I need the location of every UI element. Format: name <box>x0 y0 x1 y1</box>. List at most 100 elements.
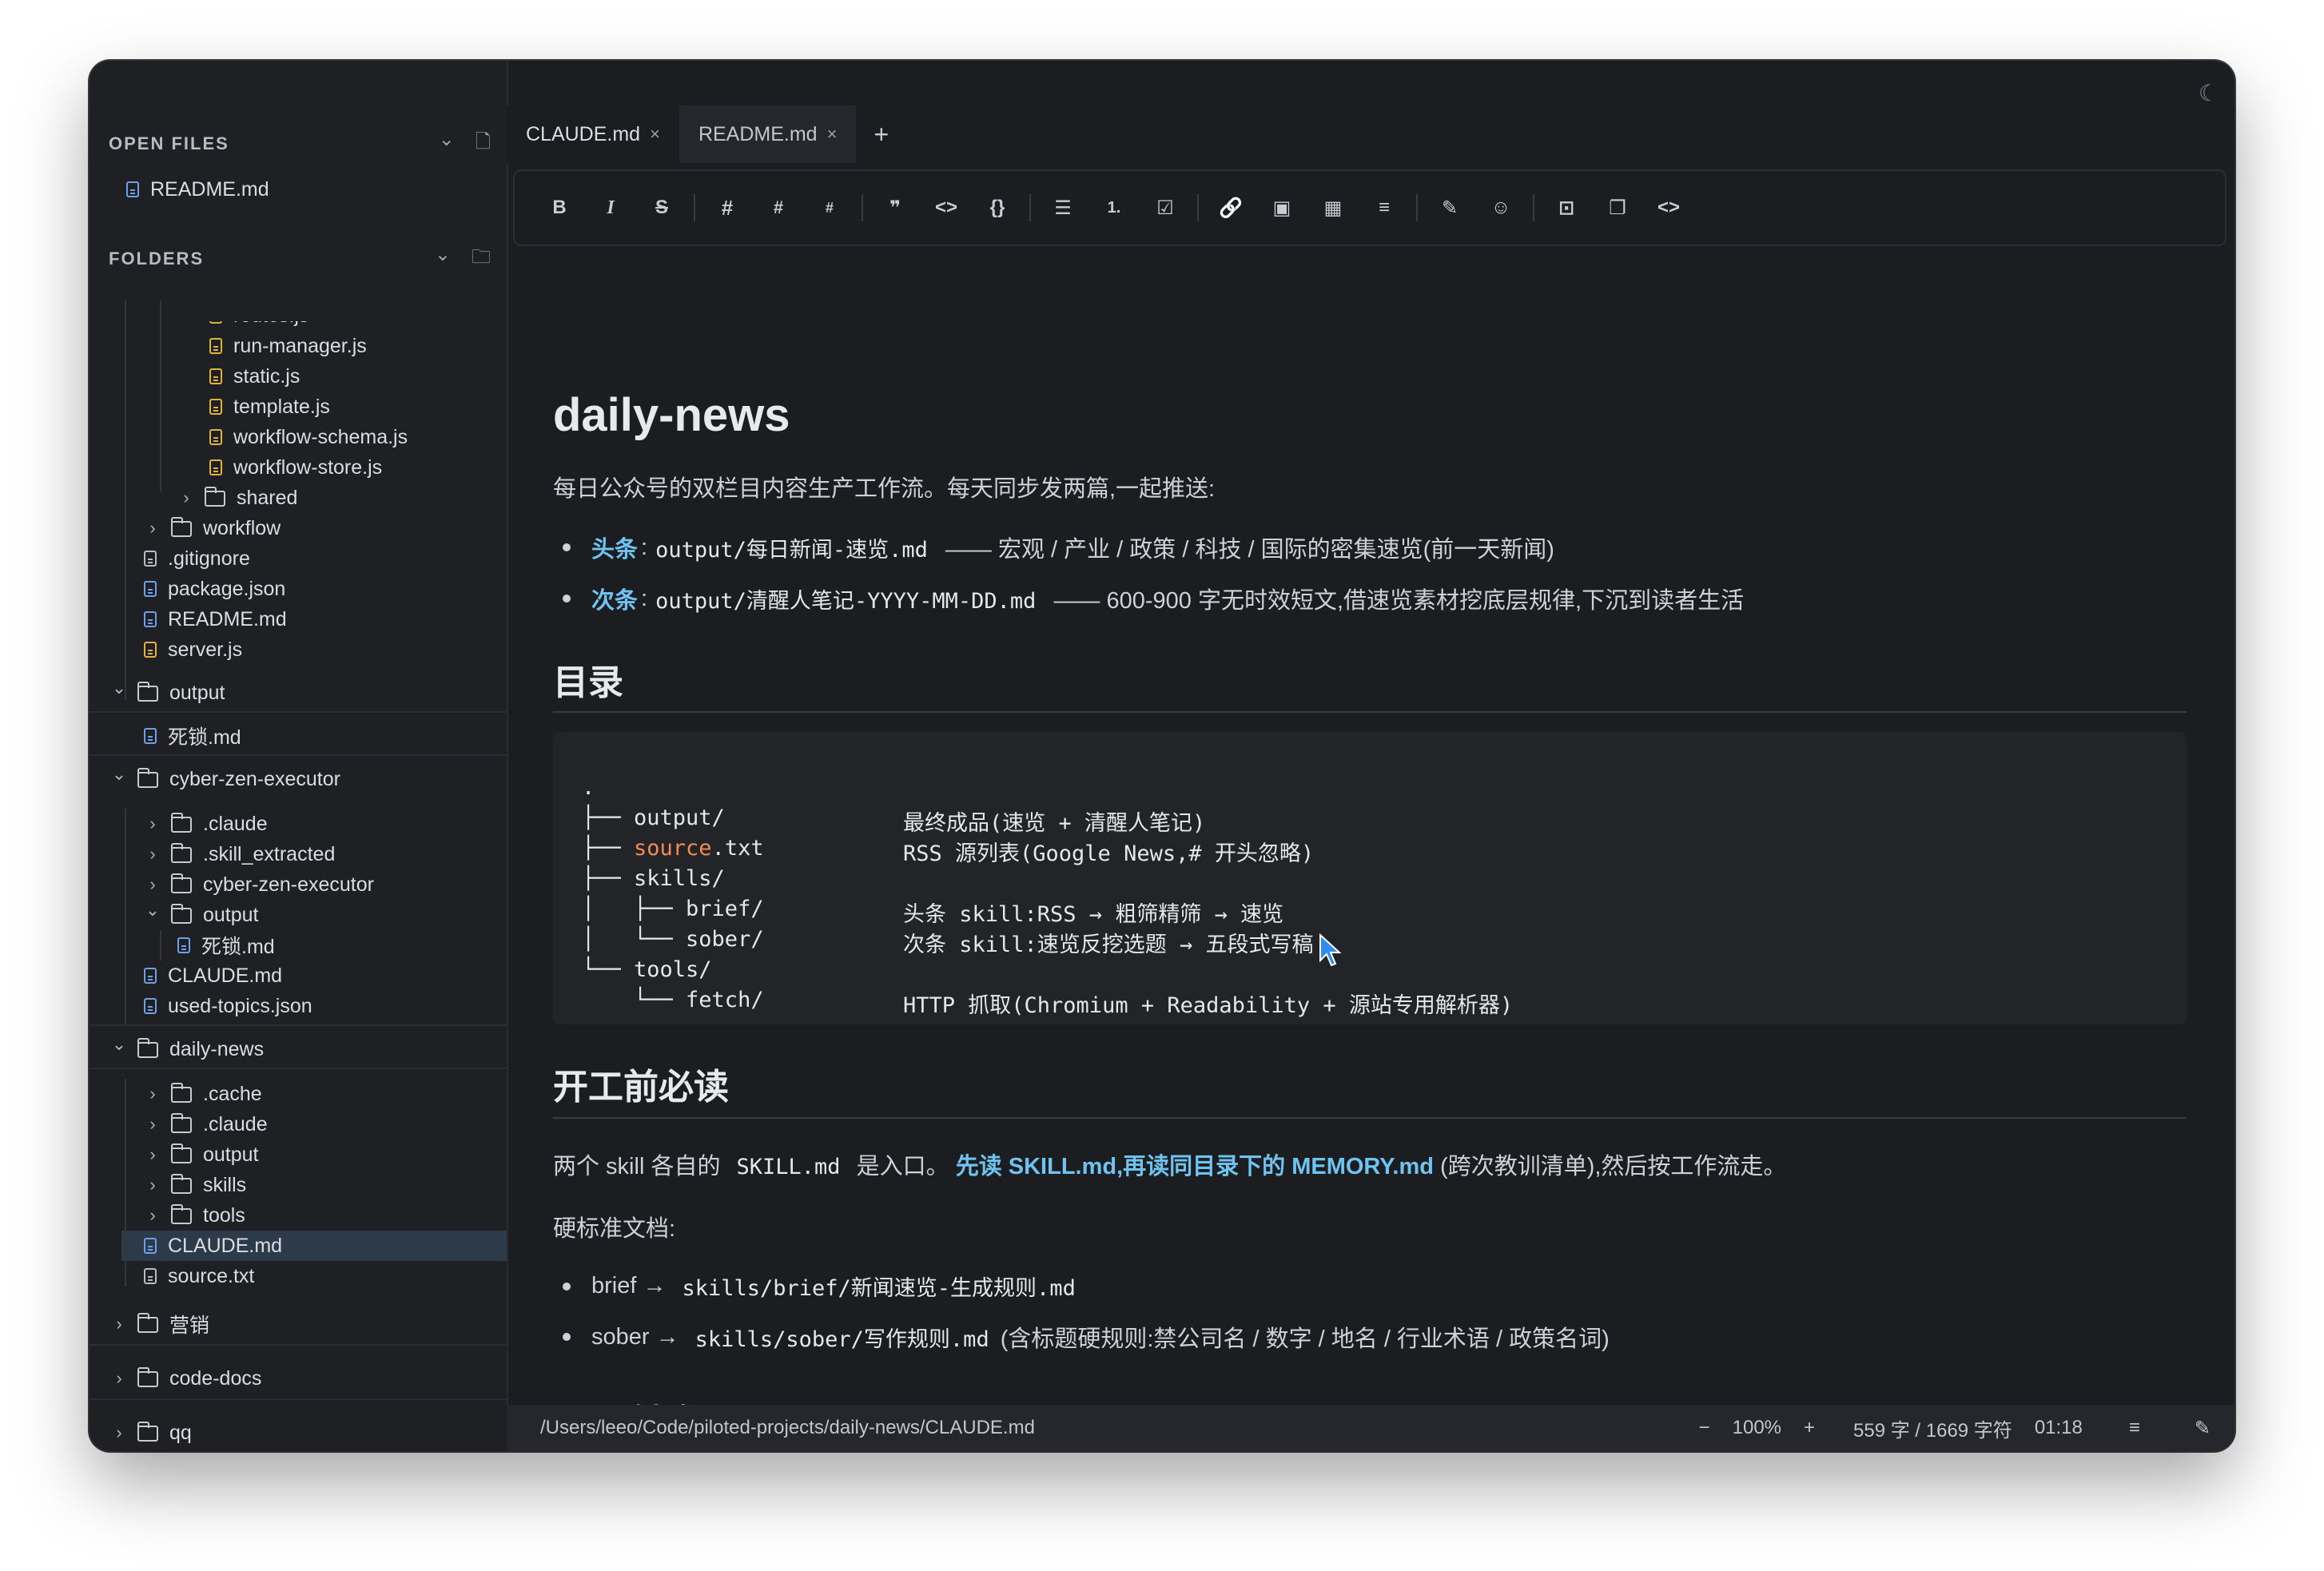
copy-button[interactable]: ❐ <box>1592 197 1643 220</box>
chevron-right-icon[interactable]: › <box>144 844 161 865</box>
tab-readme-md[interactable]: README.md × <box>678 105 857 163</box>
emoji-button[interactable]: ☺ <box>1475 197 1526 219</box>
strikethrough-button[interactable]: S <box>636 197 687 219</box>
folder-item[interactable]: › code-docs <box>110 1363 261 1394</box>
image-button[interactable]: ▣ <box>1256 197 1307 220</box>
folder-item[interactable]: › .cache <box>144 1079 261 1109</box>
new-file-icon[interactable]: 🗋 <box>476 128 491 161</box>
folders-header[interactable]: FOLDERS ⌄ 🗀 <box>109 243 491 275</box>
code-line: │ ├── brief/ <box>582 897 764 921</box>
folder-item[interactable]: › 营销 <box>110 1309 209 1339</box>
folder-item[interactable]: › .skill_extracted <box>144 839 335 869</box>
file-item[interactable]: server.js <box>144 634 242 665</box>
folder-item[interactable]: › qq <box>110 1418 191 1448</box>
bold-button[interactable]: B <box>534 197 585 219</box>
folder-item[interactable]: ⌄ cyber-zen-executor <box>110 764 340 794</box>
folder-icon <box>171 1204 192 1224</box>
chevron-right-icon[interactable]: › <box>144 518 161 539</box>
open-files-header[interactable]: OPEN FILES ⌄ 🗋 <box>109 128 491 160</box>
file-item[interactable]: 死锁.md <box>144 721 241 751</box>
highlight-button[interactable]: ✎ <box>1424 197 1475 220</box>
tab-claude-md[interactable]: CLAUDE.md × <box>507 105 679 163</box>
chevron-right-icon[interactable]: › <box>144 1114 161 1135</box>
task-list-button[interactable]: ☑ <box>1140 197 1191 220</box>
close-tab-icon[interactable]: × <box>650 124 660 145</box>
ordered-list-button[interactable]: 1. <box>1088 199 1140 217</box>
chevron-right-icon[interactable]: › <box>177 487 195 508</box>
code-line: │ └── sober/ <box>582 927 764 952</box>
bold-link-text: 先读 SKILL.md,再读同目录下的 MEMORY.md <box>955 1154 1434 1179</box>
bullet-list-button[interactable]: ☰ <box>1037 197 1088 220</box>
tree-item-label: code-docs <box>169 1366 262 1390</box>
edit-mode-icon[interactable]: ✎ <box>2195 1417 2211 1440</box>
folder-icon <box>171 1174 192 1194</box>
folder-open-icon <box>171 904 192 924</box>
file-item[interactable]: .gitignore <box>144 543 250 574</box>
file-item[interactable]: static.js <box>209 361 300 392</box>
file-item[interactable]: workflow-store.js <box>209 452 382 483</box>
file-item[interactable]: template.js <box>209 392 330 422</box>
folder-item[interactable]: › skills <box>144 1170 246 1200</box>
folder-item[interactable]: › shared <box>177 483 297 513</box>
folder-item[interactable]: › cyber-zen-executor <box>144 869 374 900</box>
chevron-right-icon[interactable]: › <box>110 1314 128 1334</box>
folder-item[interactable]: › workflow <box>144 513 281 543</box>
heading1-button[interactable]: # <box>702 196 753 221</box>
chevron-right-icon[interactable]: › <box>110 1368 128 1389</box>
folder-icon <box>137 1422 158 1442</box>
zoom-out-button[interactable]: − <box>1699 1417 1710 1439</box>
tree-item-label: output <box>169 681 225 704</box>
outline-menu-icon[interactable]: ≡ <box>2129 1417 2140 1439</box>
chevron-right-icon[interactable]: › <box>144 1144 161 1165</box>
heading2-button[interactable]: # <box>753 197 804 218</box>
quote-button[interactable]: ❞ <box>870 197 921 220</box>
file-item[interactable]: used-topics.json <box>144 991 312 1021</box>
file-item[interactable]: README.md <box>144 604 287 634</box>
file-item[interactable]: routes.js <box>209 321 308 331</box>
folder-item[interactable]: › .claude <box>144 809 267 839</box>
file-item[interactable]: CLAUDE.md <box>144 960 282 991</box>
chevron-right-icon[interactable]: › <box>144 874 161 895</box>
chevron-right-icon[interactable]: › <box>144 1205 161 1226</box>
folder-item[interactable]: ⌄ daily-news <box>110 1034 264 1064</box>
folder-item[interactable]: › tools <box>144 1200 245 1231</box>
link-button[interactable]: 🔗 <box>1205 197 1256 220</box>
table-button[interactable]: ▦ <box>1307 197 1359 220</box>
tree-item-label: cyber-zen-executor <box>169 767 340 790</box>
chevron-down-icon[interactable]: ⌄ <box>439 128 455 161</box>
zoom-in-button[interactable]: + <box>1804 1417 1815 1439</box>
heading3-button[interactable]: # <box>804 200 855 217</box>
chevron-down-icon[interactable]: ⌄ <box>435 243 451 276</box>
close-tab-icon[interactable]: × <box>827 124 838 145</box>
tree-item-label: skills <box>203 1173 247 1196</box>
chevron-down-icon[interactable]: ⌄ <box>110 1034 128 1055</box>
open-file-item[interactable]: README.md <box>126 174 269 205</box>
folder-item[interactable]: › .claude <box>144 1109 267 1139</box>
horizontal-rule-button[interactable]: ≡ <box>1359 197 1410 219</box>
file-item[interactable]: run-manager.js <box>209 331 367 361</box>
chevron-right-icon[interactable]: › <box>144 1175 161 1195</box>
theme-toggle-icon[interactable]: ☾ <box>2199 80 2219 106</box>
folder-item[interactable]: ⌄ output <box>144 900 259 930</box>
source-mode-button[interactable]: <> <box>1643 197 1694 219</box>
code-block-button[interactable]: {} <box>972 197 1023 219</box>
file-item[interactable]: package.json <box>144 574 285 604</box>
new-folder-icon[interactable]: 🗀 <box>472 243 491 276</box>
chevron-down-icon[interactable]: ⌄ <box>110 764 128 785</box>
file-item[interactable]: workflow-schema.js <box>209 422 408 452</box>
file-item[interactable]: 死锁.md <box>177 930 275 960</box>
inline-code-button[interactable]: <> <box>921 197 972 219</box>
file-item[interactable]: CLAUDE.md <box>121 1231 507 1261</box>
chevron-right-icon[interactable]: › <box>144 813 161 834</box>
chevron-right-icon[interactable]: › <box>110 1422 128 1443</box>
toolbar-divider <box>1029 194 1031 221</box>
new-tab-button[interactable]: + <box>873 120 889 149</box>
folder-item[interactable]: ⌄ output <box>110 678 225 708</box>
focus-mode-button[interactable]: ⊡ <box>1541 197 1592 220</box>
folder-item[interactable]: › output <box>144 1139 258 1170</box>
chevron-down-icon[interactable]: ⌄ <box>144 900 161 921</box>
file-item[interactable]: source.txt <box>144 1261 254 1291</box>
italic-button[interactable]: I <box>585 197 636 219</box>
tree-item-label: workflow-store.js <box>233 455 383 479</box>
chevron-right-icon[interactable]: › <box>144 1084 161 1104</box>
